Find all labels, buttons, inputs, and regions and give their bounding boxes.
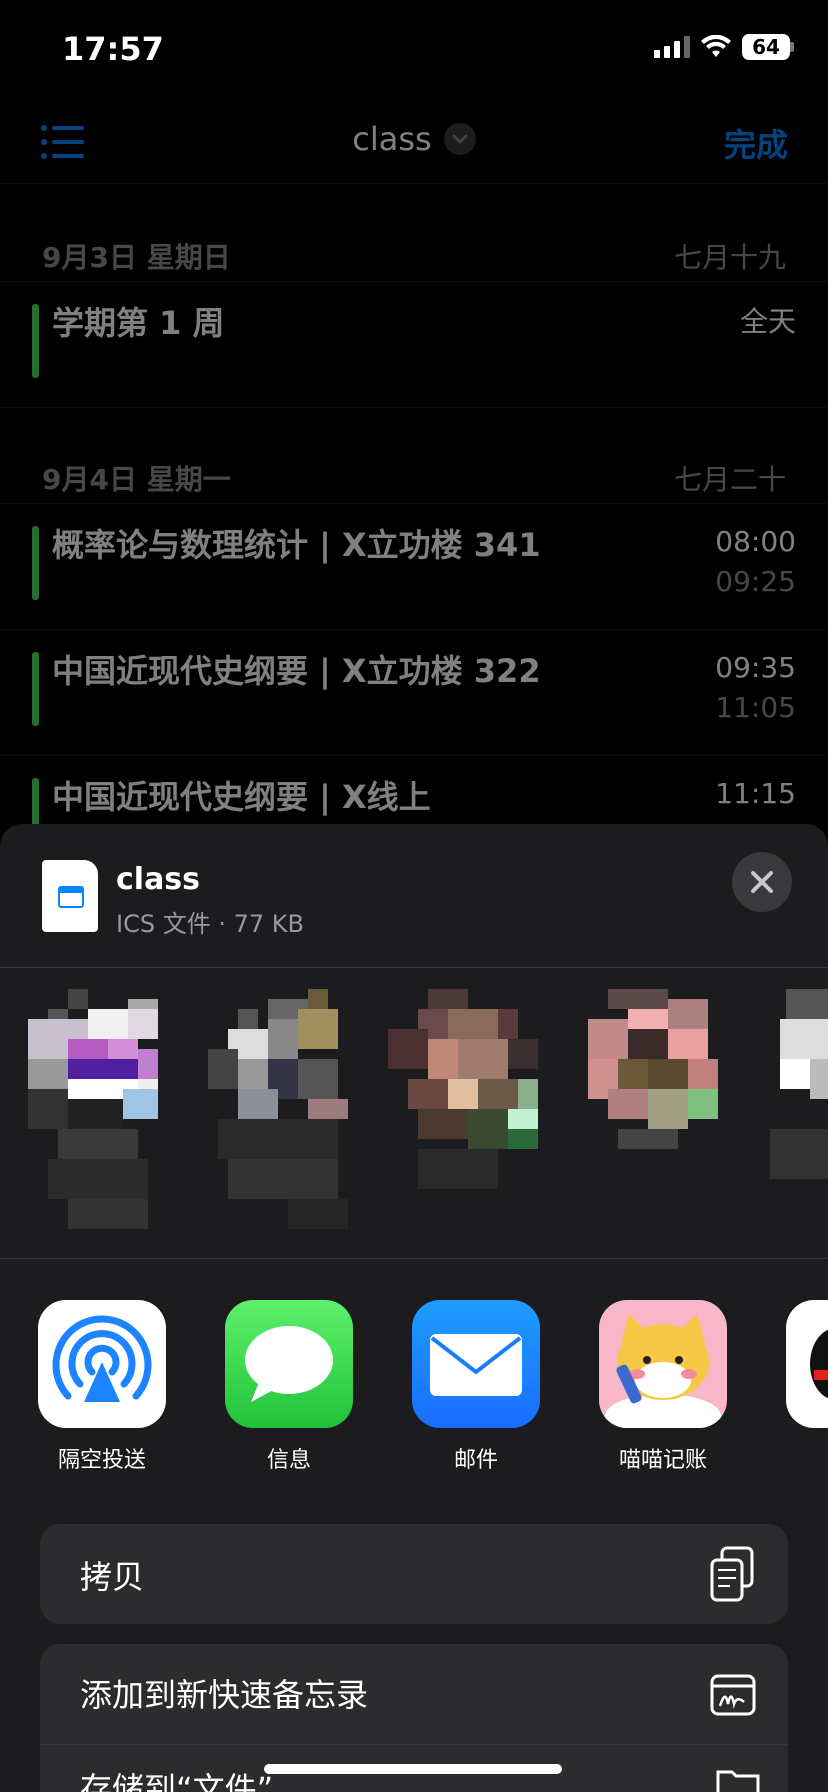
contact-suggestion[interactable]	[588, 989, 748, 1239]
event-row[interactable]: 概率论与数理统计 | X立功楼 341 08:00 09:25	[0, 504, 828, 630]
event-row[interactable]: 中国近现代史纲要 | X立功楼 322 09:35 11:05	[0, 630, 828, 756]
event-title: 学期第 1 周	[52, 304, 225, 342]
quick-note-icon	[710, 1674, 756, 1716]
share-sheet-header: class ICS 文件 · 77 KB	[0, 824, 828, 968]
calendar-file-icon	[42, 860, 98, 932]
status-icons: 64	[654, 34, 794, 60]
share-app-miaomiao[interactable]: 喵喵记账	[598, 1300, 728, 1474]
share-sheet: class ICS 文件 · 77 KB 隔空投送 信息 邮件 喵喵记账 拷贝 …	[0, 824, 828, 1792]
event-title: 中国近现代史纲要 | X立功楼 322	[52, 652, 541, 690]
cellular-signal-icon	[654, 36, 690, 58]
status-bar: 17:57 64	[0, 0, 828, 100]
event-color-bar	[32, 304, 39, 378]
folder-icon	[716, 1770, 760, 1792]
copy-icon	[710, 1546, 754, 1602]
share-apps-row: 隔空投送 信息 邮件 喵喵记账	[0, 1260, 828, 1480]
file-meta: ICS 文件 · 77 KB	[116, 910, 304, 938]
calendar-selector[interactable]: class	[352, 120, 476, 158]
contact-suggestion[interactable]	[770, 989, 828, 1239]
home-indicator	[264, 1764, 562, 1774]
date-header: 9月4日 星期一 七月二十	[0, 448, 828, 504]
avatar	[28, 989, 158, 1229]
copy-action[interactable]: 拷贝	[40, 1524, 788, 1624]
event-time: 11:15	[715, 777, 796, 810]
airdrop-icon	[38, 1300, 166, 1428]
close-icon	[751, 871, 773, 893]
qq-penguin-icon	[786, 1300, 828, 1428]
event-time: 08:00 09:25	[715, 525, 796, 598]
event-row[interactable]: 学期第 1 周 全天	[0, 282, 828, 408]
share-app-airdrop[interactable]: 隔空投送	[37, 1300, 167, 1474]
event-title: 概率论与数理统计 | X立功楼 341	[52, 526, 541, 564]
avatar	[588, 989, 718, 1149]
miaomiao-app-icon	[599, 1300, 727, 1428]
avatar	[208, 989, 348, 1229]
date-header: 9月3日 星期日 七月十九	[0, 226, 828, 282]
messages-icon	[225, 1300, 353, 1428]
done-button[interactable]: 完成	[724, 120, 788, 166]
file-name: class	[116, 862, 201, 897]
avatar	[770, 989, 828, 1179]
event-time: 09:35 11:05	[715, 651, 796, 724]
event-color-bar	[32, 526, 39, 600]
avatar	[388, 989, 538, 1189]
event-title: 中国近现代史纲要 | X线上	[52, 778, 431, 816]
share-app-messages[interactable]: 信息	[224, 1300, 354, 1474]
contact-suggestion[interactable]	[28, 989, 188, 1239]
chevron-down-icon	[443, 123, 476, 155]
contact-suggestion[interactable]	[208, 989, 368, 1239]
share-app-mail[interactable]: 邮件	[411, 1300, 541, 1474]
mail-icon	[412, 1300, 540, 1428]
status-time: 17:57	[62, 30, 164, 68]
share-app-qq[interactable]	[786, 1300, 828, 1428]
save-to-files-label: 存储到“文件”	[80, 1770, 274, 1792]
contact-suggestion[interactable]	[388, 989, 548, 1239]
suggested-contacts-row	[0, 969, 828, 1259]
battery-icon: 64	[742, 34, 790, 60]
event-color-bar	[32, 652, 39, 726]
nav-bar: class 完成	[0, 100, 828, 184]
close-button[interactable]	[732, 852, 792, 912]
wifi-icon	[701, 35, 731, 57]
event-all-day: 全天	[739, 305, 796, 338]
nav-title: class	[352, 120, 432, 158]
